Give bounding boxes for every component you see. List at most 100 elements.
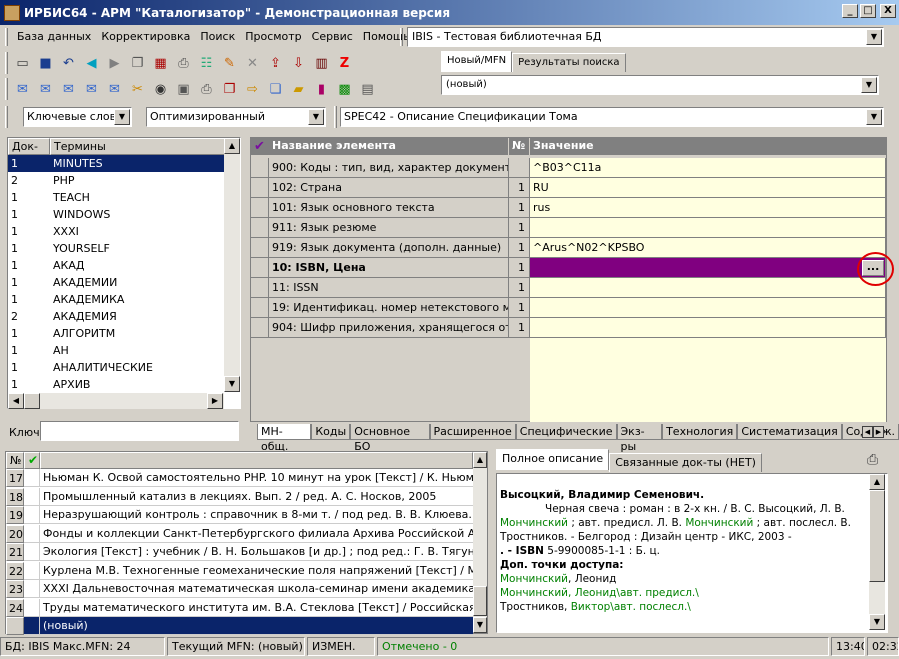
field-name[interactable]: 900: Коды : тип, вид, характер документа <box>269 158 509 178</box>
term-value[interactable]: WINDOWS <box>50 206 224 223</box>
field-occurrence[interactable]: 1 <box>509 178 530 198</box>
row-indicator[interactable] <box>251 158 269 178</box>
tab-full-description[interactable]: Полное описание <box>496 449 610 470</box>
printer-icon[interactable]: ⎙ <box>867 452 878 468</box>
scroll-up-icon[interactable]: ▲ <box>473 452 487 468</box>
chevron-down-icon[interactable]: ▼ <box>866 29 882 45</box>
worksheet-tab[interactable]: Технология <box>662 424 738 440</box>
result-mark[interactable] <box>24 598 40 617</box>
menu-service[interactable]: Сервис <box>307 28 358 46</box>
terms-scrollbar[interactable]: ▲ ▼ <box>224 138 240 392</box>
row-indicator[interactable] <box>251 238 269 258</box>
tab-scroll-left-icon[interactable]: ◀ <box>862 426 873 438</box>
chevron-down-icon[interactable]: ▼ <box>114 109 130 125</box>
view-icon[interactable]: ◉ <box>150 79 171 99</box>
scroll-up-icon[interactable]: ▲ <box>224 138 240 154</box>
result-number[interactable]: 19 <box>6 506 24 524</box>
field-name[interactable]: 19: Идентификац. номер нетекстового мате… <box>269 298 509 318</box>
term-value[interactable]: YOURSELF <box>50 240 224 257</box>
folder-icon[interactable]: ▣ <box>173 79 194 99</box>
row-indicator[interactable] <box>251 278 269 298</box>
scroll-thumb[interactable] <box>473 586 487 616</box>
worksheet-tab[interactable]: МН-общ. <box>257 424 312 453</box>
comment-icon[interactable]: ✉ <box>12 79 33 99</box>
field-occurrence[interactable] <box>509 158 530 178</box>
term-value[interactable]: PHP <box>50 172 224 189</box>
desc-link[interactable]: , Леонид\авт. предисл.\ <box>568 587 699 599</box>
desc-access-2[interactable]: Мончинский, Леонид\авт. предисл.\ <box>500 586 883 600</box>
result-mark[interactable] <box>24 617 40 635</box>
print-icon[interactable]: ⎙ <box>173 53 194 73</box>
field-value[interactable]: ^Arus^N02^KPSBO <box>530 238 886 258</box>
term-count[interactable]: 1 <box>8 206 50 223</box>
worksheet-tab[interactable]: Основное БО <box>350 424 430 453</box>
tree-icon[interactable]: ☷ <box>196 53 217 73</box>
chart-icon[interactable]: ▮ <box>311 79 332 99</box>
docs-icon[interactable]: ❐ <box>219 79 240 99</box>
worksheet-select[interactable]: SPEC42 - Описание Спецификации Тома ▼ <box>340 107 884 127</box>
row-indicator[interactable] <box>251 258 269 278</box>
term-count[interactable]: 1 <box>8 223 50 240</box>
field-name[interactable]: 102: Страна <box>269 178 509 198</box>
search-mode-select[interactable]: Оптимизированный ▼ <box>146 107 326 127</box>
field-occurrence[interactable]: 1 <box>509 218 530 238</box>
check-icon[interactable]: ✔ <box>24 452 40 469</box>
term-count[interactable]: 1 <box>8 376 50 393</box>
result-number[interactable]: 23 <box>6 580 24 598</box>
term-value[interactable]: АН <box>50 342 224 359</box>
field-value[interactable] <box>530 318 886 338</box>
term-count[interactable]: 2 <box>8 308 50 325</box>
mfn-select[interactable]: (новый) ▼ <box>441 75 879 95</box>
results-scrollbar[interactable]: ▲ ▼ <box>473 452 487 633</box>
open-folder-icon[interactable]: ▰ <box>288 79 309 99</box>
menu-search[interactable]: Поиск <box>195 28 240 46</box>
column-header-value[interactable]: Значение <box>530 138 886 155</box>
save-icon[interactable]: ■ <box>35 53 56 73</box>
toolbar-grip[interactable] <box>5 78 8 100</box>
desc-link[interactable]: Виктор\авт. послесл.\ <box>571 601 691 613</box>
result-mark[interactable] <box>24 561 40 580</box>
term-value[interactable]: АКАДЕМИЯ <box>50 308 224 325</box>
close-button[interactable]: X <box>880 4 896 18</box>
scroll-thumb[interactable] <box>869 490 885 582</box>
menu-edit[interactable]: Корректировка <box>96 28 195 46</box>
column-header-docs[interactable]: Док-ов <box>8 138 50 168</box>
chevron-down-icon[interactable]: ▼ <box>308 109 324 125</box>
export-icon[interactable]: ⇪ <box>265 53 286 73</box>
desc-link[interactable]: Мончинский <box>500 517 568 529</box>
terms-hscrollbar[interactable]: ◀ ▶ <box>8 393 224 409</box>
term-value[interactable]: АКАДЕМИИ <box>50 274 224 291</box>
result-number[interactable]: 21 <box>6 543 24 561</box>
field-value[interactable] <box>530 298 886 318</box>
excel-icon[interactable]: ▩ <box>334 79 355 99</box>
term-value[interactable]: TEACH <box>50 189 224 206</box>
toolbar-grip[interactable] <box>334 106 337 128</box>
toolbar-grip[interactable] <box>5 52 8 74</box>
row-indicator[interactable] <box>251 198 269 218</box>
desc-link[interactable]: Мончинский <box>500 587 568 599</box>
result-row[interactable]: XXXI Дальневосточная математическая школ… <box>40 580 473 598</box>
field-occurrence[interactable]: 1 <box>509 258 530 278</box>
result-row[interactable]: Ньюман К. Освой самостоятельно PHP. 10 м… <box>40 469 473 487</box>
description-scrollbar[interactable]: ▲ ▼ <box>869 474 885 630</box>
worksheet-tab[interactable]: Коды <box>311 424 351 440</box>
maximize-button[interactable]: □ <box>860 4 876 18</box>
term-count[interactable]: 2 <box>8 172 50 189</box>
field-occurrence[interactable]: 1 <box>509 238 530 258</box>
term-count[interactable]: 1 <box>8 257 50 274</box>
field-occurrence[interactable]: 1 <box>509 278 530 298</box>
doc-arrow-icon[interactable]: ⇨ <box>242 79 263 99</box>
result-mark[interactable] <box>24 580 40 598</box>
grid-icon[interactable]: ▦ <box>150 53 171 73</box>
chevron-down-icon[interactable]: ▼ <box>866 109 882 125</box>
field-value[interactable] <box>530 278 886 298</box>
scroll-right-icon[interactable]: ▶ <box>207 393 223 409</box>
field-occurrence[interactable]: 1 <box>509 318 530 338</box>
field-occurrence[interactable]: 1 <box>509 198 530 218</box>
toolbar-grip[interactable] <box>5 28 8 46</box>
field-name[interactable]: 11: ISSN <box>269 278 509 298</box>
new-doc-icon[interactable]: ▭ <box>12 53 33 73</box>
term-value[interactable]: MINUTES <box>50 155 224 172</box>
term-value[interactable]: XXXI <box>50 223 224 240</box>
field-name[interactable]: 101: Язык основного текста <box>269 198 509 218</box>
